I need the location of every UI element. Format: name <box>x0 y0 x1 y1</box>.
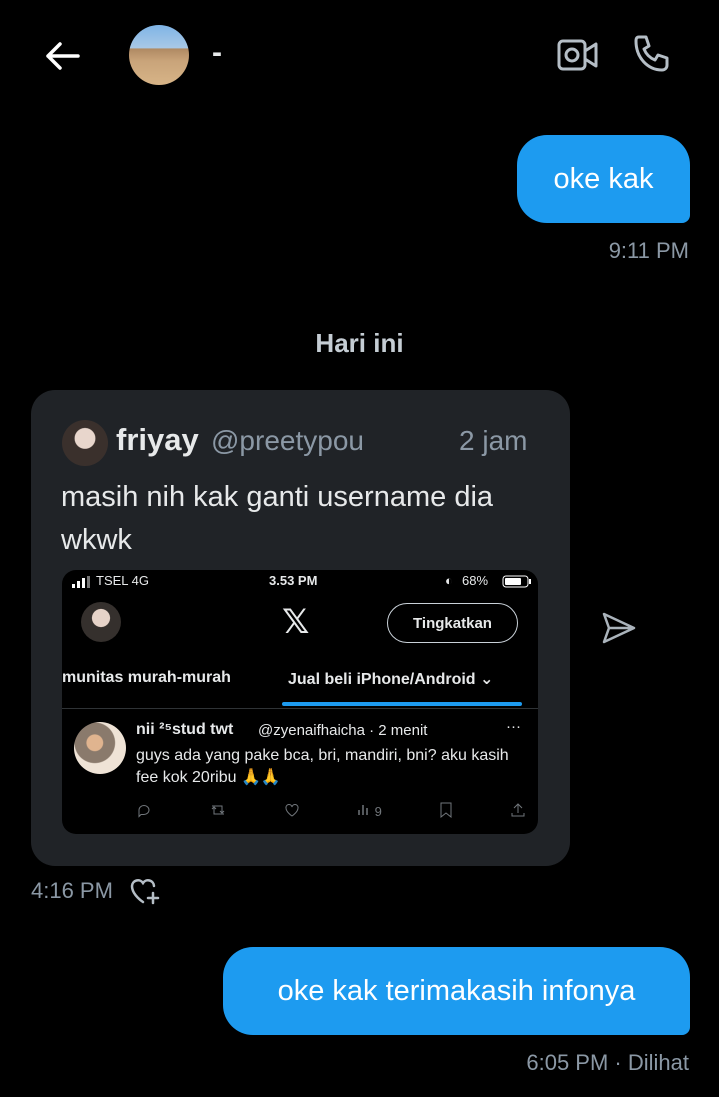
more-icon: ··· <box>506 718 521 735</box>
message-bubble-outgoing[interactable]: oke kak terimakasih infonya <box>223 947 690 1035</box>
x-logo-icon: 𝕏 <box>282 602 310 642</box>
message-timestamp: 9:11 PM <box>608 238 689 263</box>
upgrade-button: Tingkatkan <box>387 603 518 643</box>
message-timestamp-seen: 6:05 PM · Dilihat <box>526 1050 689 1075</box>
message-timestamp: 4:16 PM <box>31 878 113 903</box>
contact-name[interactable]: - <box>212 36 222 70</box>
back-button[interactable] <box>40 36 84 76</box>
bookmark-icon <box>439 802 453 821</box>
heart-plus-icon <box>130 879 160 905</box>
post-age: 2 jam <box>459 425 528 456</box>
post-author-handle: @preetypou <box>211 425 364 456</box>
divider <box>62 708 538 709</box>
phone-icon <box>634 35 669 72</box>
post-text: masih nih kak ganti username dia wkwk <box>61 481 494 556</box>
community-tab-active: Jual beli iPhone/Android ⌄ <box>288 671 494 688</box>
tweet-author: nii ²⁵stud twt <box>136 721 234 738</box>
active-tab-indicator <box>282 702 522 706</box>
post-author-name: friyay <box>116 422 199 457</box>
voice-call-button[interactable] <box>630 32 674 76</box>
share-post-button[interactable] <box>598 606 640 650</box>
retweet-icon <box>209 802 227 821</box>
community-tab: munitas murah-murah <box>62 669 231 686</box>
arrow-left-icon <box>46 42 80 70</box>
status-battery: 68% <box>462 573 489 588</box>
tweet-actions: 9 <box>136 802 526 821</box>
video-camera-icon <box>557 39 598 71</box>
status-time: 3.53 PM <box>269 573 318 588</box>
share-icon <box>510 802 526 821</box>
screenshot-profile-avatar <box>81 602 121 642</box>
tweet-author-avatar <box>74 722 126 774</box>
tweet-text: guys ada yang pake bca, bri, mandiri, bn… <box>136 747 509 786</box>
tweet-meta: @zyenaifhaicha · 2 menit <box>258 722 428 739</box>
send-icon <box>602 612 636 644</box>
status-carrier: TSEL 4G <box>96 573 149 588</box>
contact-avatar[interactable] <box>129 25 189 85</box>
views-count: 9 <box>374 804 382 819</box>
add-reaction-button[interactable] <box>128 874 162 908</box>
views-icon <box>358 805 368 815</box>
post-author-avatar <box>62 420 108 466</box>
message-bubble-outgoing[interactable]: oke kak <box>517 135 690 223</box>
rotation-lock-icon: ◐ <box>445 573 453 588</box>
post-image-screenshot[interactable]: TSEL 4G 3.53 PM ◐ 68% 𝕏 Tingkatkan munit… <box>62 570 538 834</box>
day-separator: Hari ini <box>315 328 404 358</box>
like-icon <box>284 802 300 821</box>
battery-icon <box>502 575 532 593</box>
video-call-button[interactable] <box>556 36 600 74</box>
views-stat: 9 <box>357 802 382 821</box>
reply-icon <box>136 802 152 821</box>
signal-icon <box>72 575 92 593</box>
